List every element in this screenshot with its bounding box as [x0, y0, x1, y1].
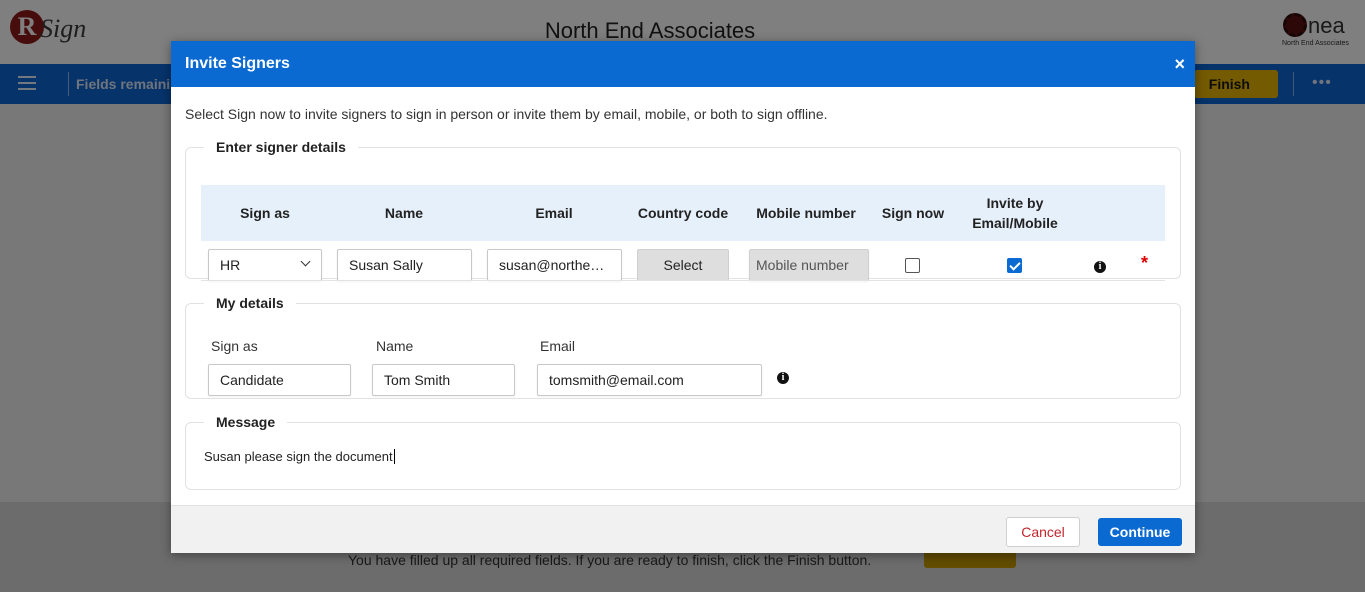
cancel-button[interactable]: Cancel — [1006, 517, 1080, 547]
signer-sign-as-value: HR — [220, 257, 241, 273]
signer-details-section: Enter signer details Sign as Name Email … — [185, 139, 1181, 281]
column-header-invite-line1: Invite by — [986, 195, 1044, 211]
dialog-title: Invite Signers — [185, 55, 290, 72]
dialog-footer: Cancel Continue — [171, 505, 1195, 553]
my-name-label: Name — [376, 338, 414, 354]
invite-email-mobile-checkbox[interactable] — [1007, 258, 1022, 273]
text-cursor — [393, 449, 395, 464]
column-header-name: Name — [384, 205, 424, 221]
my-details-legend: My details — [216, 295, 284, 311]
message-legend: Message — [216, 414, 276, 430]
country-code-select-button[interactable]: Select — [637, 249, 729, 281]
my-sign-as-label: Sign as — [211, 338, 258, 354]
continue-button[interactable]: Continue — [1098, 518, 1182, 546]
column-header-mobile-number: Mobile number — [756, 205, 856, 221]
signer-mobile-input[interactable]: Mobile number — [749, 249, 869, 281]
my-details-section: My details Sign as Name Email Candidate … — [185, 295, 1181, 399]
my-email-label: Email — [540, 338, 576, 354]
column-header-invite: Invite by Email/Mobile — [957, 185, 1073, 241]
sign-now-checkbox[interactable] — [905, 258, 920, 273]
message-text: Susan please sign the document — [204, 449, 393, 464]
dialog-header: Invite Signers × — [171, 41, 1195, 87]
signer-email-input[interactable]: susan@northend... — [487, 249, 622, 281]
signer-name-input[interactable]: Susan Sally — [337, 249, 472, 281]
chevron-down-icon — [300, 256, 311, 267]
signer-sign-as-select[interactable]: HR — [208, 249, 322, 281]
my-name-input[interactable]: Tom Smith — [372, 364, 515, 396]
my-email-input[interactable]: tomsmith@email.com — [537, 364, 762, 396]
column-header-invite-line2: Email/Mobile — [972, 215, 1058, 231]
column-header-country-code: Country code — [637, 205, 729, 221]
message-textarea[interactable]: Susan please sign the document — [204, 449, 395, 464]
signer-info-icon[interactable]: i — [1094, 261, 1106, 273]
signer-details-legend: Enter signer details — [216, 139, 346, 155]
close-icon[interactable]: × — [1174, 55, 1185, 73]
my-sign-as-input[interactable]: Candidate — [208, 364, 351, 396]
table-row-divider — [201, 280, 1165, 281]
signer-table-header: Sign as Name Email Country code Mobile n… — [201, 185, 1165, 241]
my-details-info-icon[interactable]: i — [777, 372, 789, 384]
invite-signers-dialog: Invite Signers × Select Sign now to invi… — [171, 41, 1195, 553]
column-header-email: Email — [535, 205, 573, 221]
required-indicator: * — [1141, 253, 1149, 273]
column-header-sign-as: Sign as — [240, 205, 290, 221]
column-header-sign-now: Sign now — [881, 205, 945, 221]
message-section: Message Susan please sign the document — [185, 414, 1181, 490]
dialog-instructions: Select Sign now to invite signers to sig… — [185, 106, 828, 122]
